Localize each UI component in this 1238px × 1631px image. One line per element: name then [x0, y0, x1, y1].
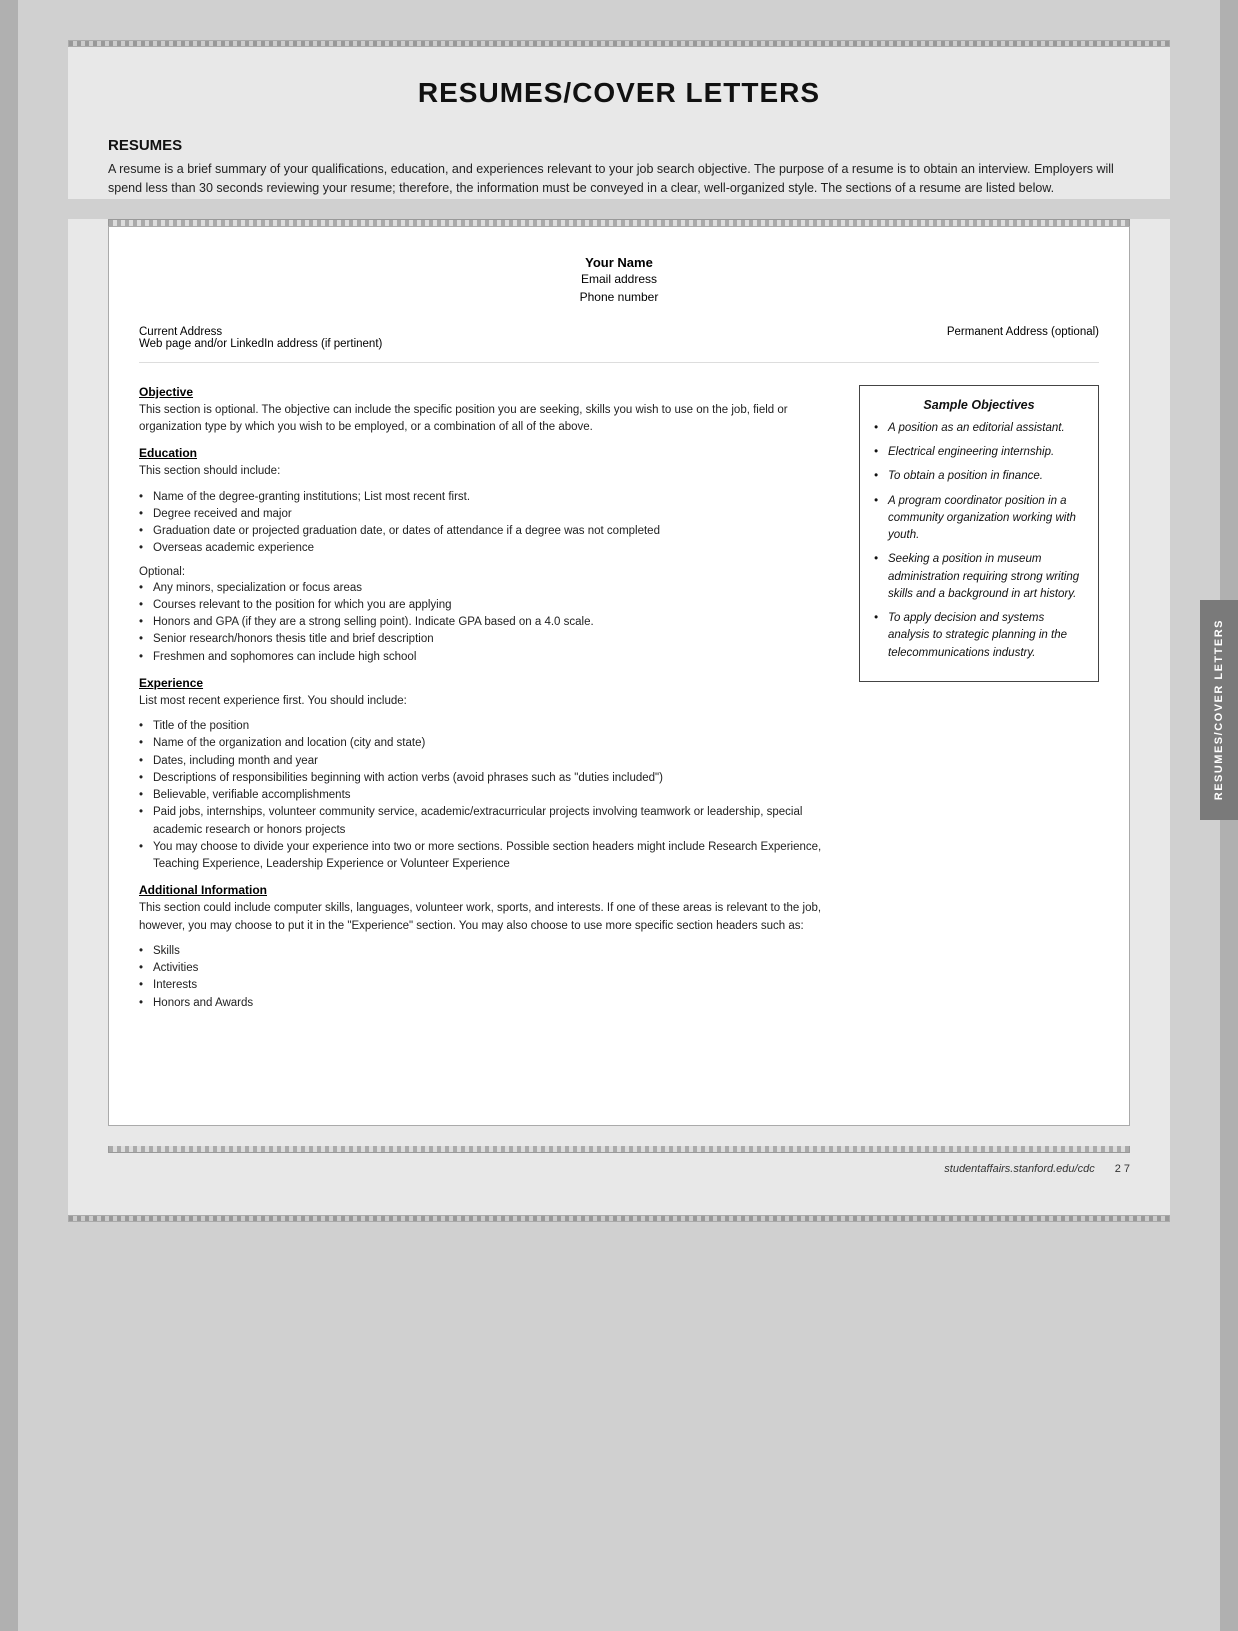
web-address: Web page and/or LinkedIn address (if per… — [139, 338, 382, 350]
obj-item-3: To obtain a position in finance. — [874, 468, 1084, 485]
add-bullet-1: Skills — [139, 943, 843, 960]
resume-email: Email address — [139, 270, 1099, 288]
edu-opt-2: Courses relevant to the position for whi… — [139, 597, 843, 614]
footer-url: studentaffairs.stanford.edu/cdc — [944, 1163, 1094, 1175]
sample-objectives-list: A position as an editorial assistant. El… — [874, 420, 1084, 662]
footer-bar: studentaffairs.stanford.edu/cdc 2 7 — [108, 1153, 1130, 1195]
resume-header: Your Name Email address Phone number — [139, 255, 1099, 306]
additional-info-section: Additional Information This section coul… — [139, 883, 843, 1012]
resumes-intro: A resume is a brief summary of your qual… — [108, 160, 1130, 199]
obj-item-5: Seeking a position in museum administrat… — [874, 551, 1084, 603]
address-row: Current Address Web page and/or LinkedIn… — [139, 326, 1099, 350]
resume-left-col: Objective This section is optional. The … — [139, 375, 843, 1020]
resume-two-col: Objective This section is optional. The … — [139, 375, 1099, 1020]
obj-item-1: A position as an editorial assistant. — [874, 420, 1084, 437]
add-bullet-4: Honors and Awards — [139, 995, 843, 1012]
experience-title: Experience — [139, 676, 843, 690]
sample-objectives-title: Sample Objectives — [874, 398, 1084, 412]
objective-section: Objective This section is optional. The … — [139, 385, 843, 437]
right-tab-label: RESUMES/COVER LETTERS — [1213, 619, 1225, 800]
resumes-heading: RESUMES — [108, 137, 1130, 154]
education-optional-bullets: Any minors, specialization or focus area… — [139, 580, 843, 666]
education-body: This section should include: — [139, 463, 843, 480]
resume-phone: Phone number — [139, 288, 1099, 306]
permanent-address: Permanent Address (optional) — [947, 326, 1099, 350]
edu-opt-1: Any minors, specialization or focus area… — [139, 580, 843, 597]
edu-opt-4: Senior research/honors thesis title and … — [139, 631, 843, 648]
resume-box-bottom-bar — [108, 1146, 1130, 1153]
resume-template-box: Your Name Email address Phone number Cur… — [108, 226, 1130, 1126]
edu-bullet-4: Overseas academic experience — [139, 540, 843, 557]
resume-right-col: Sample Objectives A position as an edito… — [859, 375, 1099, 1020]
edu-bullet-1: Name of the degree-granting institutions… — [139, 489, 843, 506]
additional-info-title: Additional Information — [139, 883, 843, 897]
additional-info-bullets: Skills Activities Interests Honors and A… — [139, 943, 843, 1012]
top-decorative-bar — [68, 40, 1170, 47]
objective-title: Objective — [139, 385, 843, 399]
experience-body: List most recent experience first. You s… — [139, 693, 843, 710]
resume-box-top-bar — [108, 219, 1130, 226]
edu-bullet-2: Degree received and major — [139, 506, 843, 523]
resume-name: Your Name — [139, 255, 1099, 270]
add-bullet-2: Activities — [139, 960, 843, 977]
obj-item-6: To apply decision and systems analysis t… — [874, 610, 1084, 662]
education-bullets: Name of the degree-granting institutions… — [139, 489, 843, 558]
education-section: Education This section should include: N… — [139, 446, 843, 666]
left-border — [0, 0, 18, 1631]
footer-page: 2 7 — [1115, 1163, 1130, 1175]
right-border: RESUMES/COVER LETTERS — [1220, 0, 1238, 1631]
exp-bullet-5: Believable, verifiable accomplishments — [139, 787, 843, 804]
current-address-label: Current Address — [139, 326, 382, 338]
exp-bullet-7: You may choose to divide your experience… — [139, 839, 843, 874]
objective-body: This section is optional. The objective … — [139, 402, 843, 437]
education-title: Education — [139, 446, 843, 460]
sample-objectives-box: Sample Objectives A position as an edito… — [859, 385, 1099, 682]
right-tab: RESUMES/COVER LETTERS — [1200, 600, 1238, 820]
exp-bullet-1: Title of the position — [139, 718, 843, 735]
obj-item-4: A program coordinator position in a comm… — [874, 493, 1084, 545]
page-title: RESUMES/COVER LETTERS — [108, 77, 1130, 109]
exp-bullet-3: Dates, including month and year — [139, 753, 843, 770]
exp-bullet-6: Paid jobs, internships, volunteer commun… — [139, 804, 843, 839]
add-bullet-3: Interests — [139, 977, 843, 994]
edu-bullet-3: Graduation date or projected graduation … — [139, 523, 843, 540]
obj-item-2: Electrical engineering internship. — [874, 444, 1084, 461]
bottom-decorative-bar — [68, 1215, 1170, 1222]
exp-bullet-4: Descriptions of responsibilities beginni… — [139, 770, 843, 787]
experience-section: Experience List most recent experience f… — [139, 676, 843, 874]
edu-opt-5: Freshmen and sophomores can include high… — [139, 649, 843, 666]
experience-bullets: Title of the position Name of the organi… — [139, 718, 843, 873]
optional-label: Optional: — [139, 566, 843, 578]
additional-info-body: This section could include computer skil… — [139, 900, 843, 935]
exp-bullet-2: Name of the organization and location (c… — [139, 735, 843, 752]
main-content: RESUMES/COVER LETTERS RESUMES A resume i… — [18, 0, 1220, 1631]
edu-opt-3: Honors and GPA (if they are a strong sel… — [139, 614, 843, 631]
address-left: Current Address Web page and/or LinkedIn… — [139, 326, 382, 350]
